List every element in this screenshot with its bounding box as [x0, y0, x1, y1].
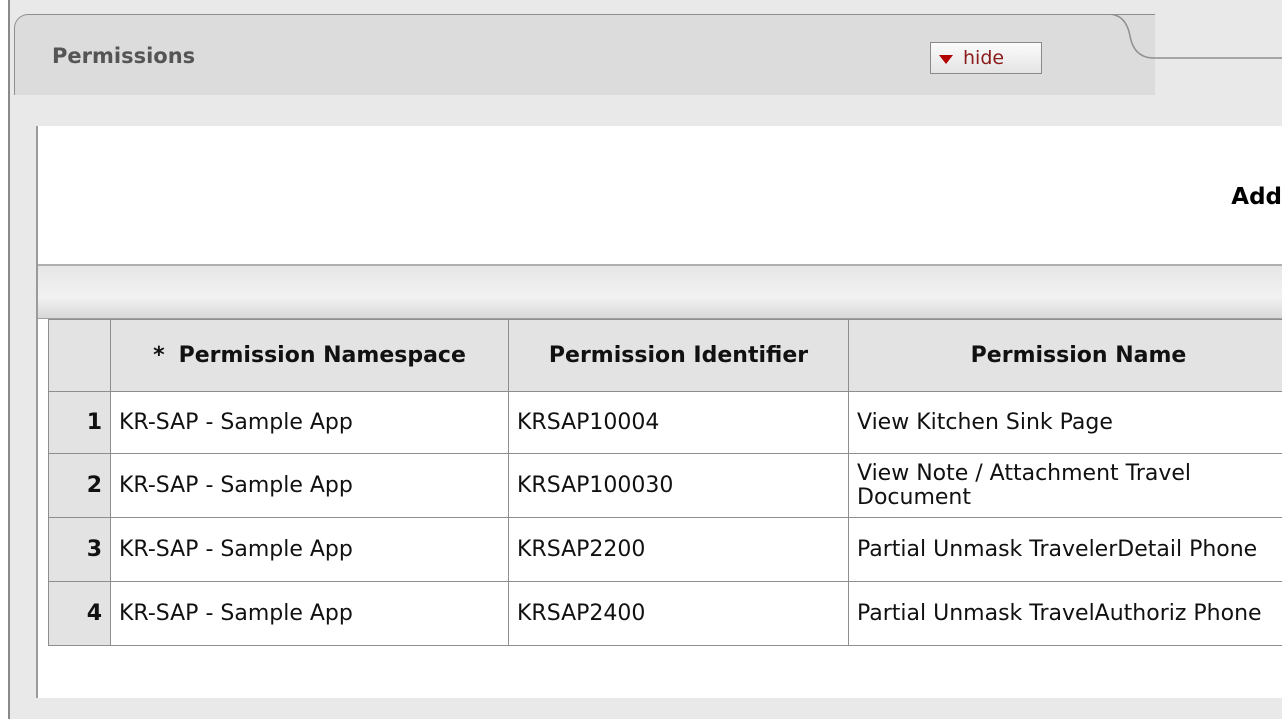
add-section: Add: [38, 126, 1282, 266]
identifier-cell: KRSAP2200: [508, 517, 849, 582]
required-marker: *: [153, 342, 165, 368]
row-number: 1: [48, 391, 111, 454]
identifier-cell: KRSAP10004: [508, 391, 849, 454]
table-row: 1 KR-SAP - Sample App KRSAP10004 View Ki…: [48, 391, 1282, 454]
name-cell: Partial Unmask TravelerDetail Phone: [848, 517, 1282, 582]
row-number: 4: [48, 581, 111, 646]
hide-button[interactable]: hide: [930, 42, 1042, 74]
name-cell: View Kitchen Sink Page: [848, 391, 1282, 454]
table-row: 4 KR-SAP - Sample App KRSAP2400 Partial …: [48, 581, 1282, 646]
identifier-cell: KRSAP100030: [508, 453, 849, 518]
triangle-down-icon: [939, 54, 953, 64]
hide-button-label: hide: [963, 47, 1005, 69]
namespace-cell: KR-SAP - Sample App: [110, 391, 509, 454]
column-header-identifier: Permission Identifier: [508, 319, 849, 392]
row-number: 3: [48, 517, 111, 582]
identifier-cell: KRSAP2400: [508, 581, 849, 646]
name-cell: View Note / Attachment Travel Document: [848, 453, 1282, 518]
panel-content: Add * Permission Namespace Permission Ide…: [36, 126, 1282, 698]
permissions-panel: Permissions hide Add * Permission Namespa…: [10, 0, 1282, 719]
column-header-name: Permission Name: [848, 319, 1282, 392]
row-number: 2: [48, 453, 111, 518]
namespace-header-label: Permission Namespace: [178, 342, 466, 368]
subheader-bar: [38, 266, 1282, 319]
table-header-row: * Permission Namespace Permission Identif…: [48, 319, 1282, 392]
row-number-header: [48, 319, 111, 392]
namespace-cell: KR-SAP - Sample App: [110, 453, 509, 518]
column-header-namespace: * Permission Namespace: [110, 319, 509, 392]
panel-title: Permissions: [52, 44, 196, 68]
add-section-label: Add: [1231, 184, 1282, 210]
permissions-table: * Permission Namespace Permission Identif…: [48, 319, 1282, 646]
name-cell: Partial Unmask TravelAuthoriz Phone: [848, 581, 1282, 646]
tab-curve-decoration: [1078, 14, 1282, 59]
namespace-cell: KR-SAP - Sample App: [110, 581, 509, 646]
table-row: 3 KR-SAP - Sample App KRSAP2200 Partial …: [48, 517, 1282, 582]
panel-bottom: [36, 698, 1282, 719]
namespace-cell: KR-SAP - Sample App: [110, 517, 509, 582]
table-row: 2 KR-SAP - Sample App KRSAP100030 View N…: [48, 453, 1282, 518]
